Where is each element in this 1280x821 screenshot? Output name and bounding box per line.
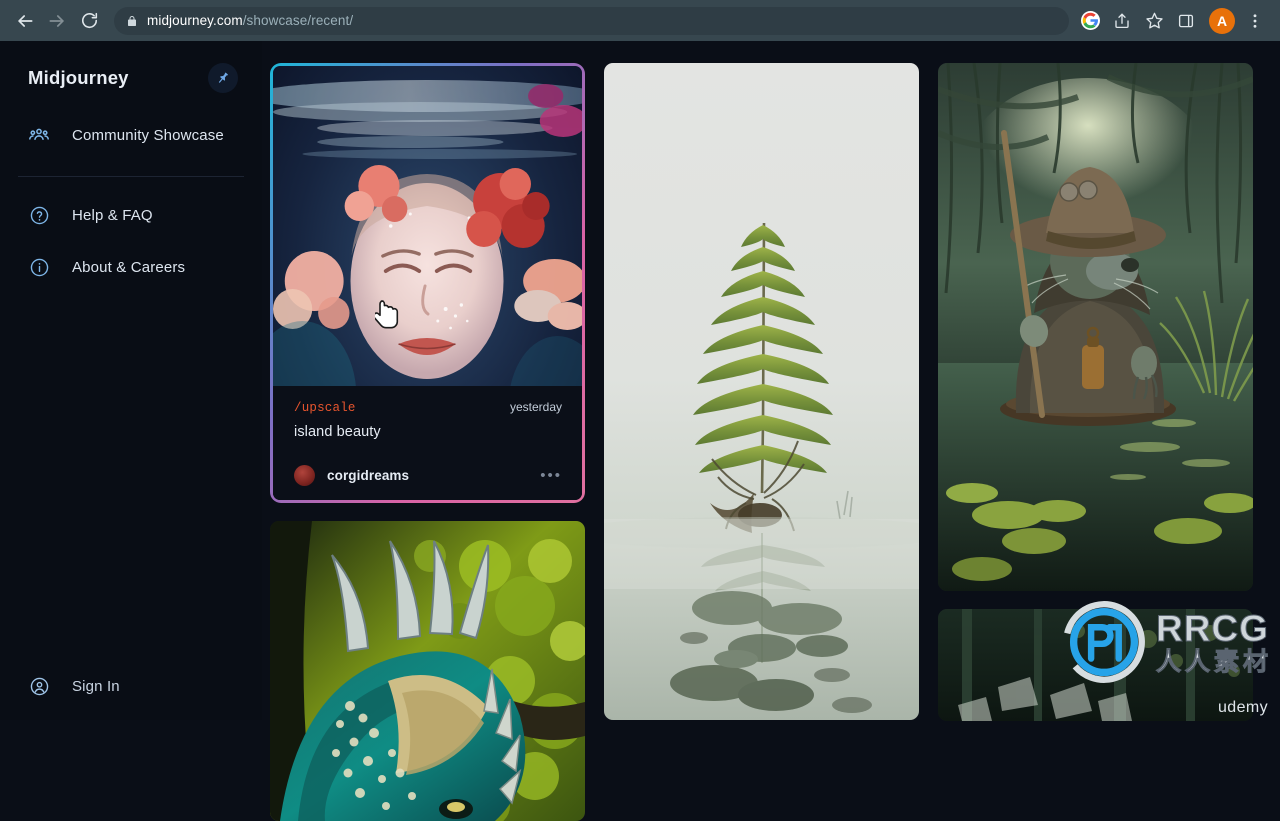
card-image-dragon[interactable]: [270, 521, 585, 821]
gallery-card[interactable]: [938, 609, 1253, 721]
sidebar: Midjourney Community Showcase Help & FAQ…: [0, 41, 262, 720]
gallery-column: [938, 63, 1253, 721]
card-image-dark-forest[interactable]: [938, 609, 1253, 721]
brand-title: Midjourney: [28, 67, 129, 88]
side-panel-icon[interactable]: [1171, 6, 1201, 36]
image-gallery: /upscale yesterday island beauty corgidr…: [262, 41, 1280, 821]
community-group-icon: [28, 124, 50, 146]
card-more-options-icon[interactable]: •••: [540, 468, 562, 483]
sidebar-divider: [18, 176, 244, 177]
card-timestamp: yesterday: [509, 400, 562, 414]
browser-toolbar: midjourney.com/showcase/recent/ A: [0, 0, 1280, 41]
reload-button[interactable]: [74, 6, 104, 36]
gallery-card[interactable]: [938, 63, 1253, 591]
card-image-swamp-traveler[interactable]: [938, 63, 1253, 591]
user-circle-icon: [28, 676, 50, 697]
lock-icon: [126, 14, 138, 28]
gallery-card-selected[interactable]: /upscale yesterday island beauty corgidr…: [270, 63, 585, 503]
info-circle-icon: [28, 257, 50, 278]
bookmark-star-icon[interactable]: [1139, 6, 1169, 36]
gallery-column: [604, 63, 919, 720]
card-command-label: /upscale: [294, 401, 356, 415]
help-circle-icon: [28, 205, 50, 226]
sidebar-item-help-faq[interactable]: Help & FAQ: [0, 197, 262, 234]
url-domain: midjourney.com: [147, 13, 243, 28]
chrome-menu-icon[interactable]: [1240, 6, 1270, 36]
sign-in-button[interactable]: Sign In: [0, 667, 262, 706]
toolbar-icon-group: A: [1075, 6, 1270, 36]
sidebar-item-about-careers[interactable]: About & Careers: [0, 249, 262, 286]
sidebar-item-community-showcase[interactable]: Community Showcase: [0, 115, 262, 155]
google-lens-icon[interactable]: [1075, 6, 1105, 36]
sidebar-nav-secondary: Help & FAQ About & Careers: [0, 197, 262, 286]
gallery-column: /upscale yesterday island beauty corgidr…: [270, 63, 585, 821]
brand-row: Midjourney: [0, 41, 262, 93]
pin-icon[interactable]: [208, 63, 238, 93]
back-button[interactable]: [10, 6, 40, 36]
share-icon[interactable]: [1107, 6, 1137, 36]
udemy-watermark: udemy: [1217, 699, 1268, 716]
sidebar-item-label: Help & FAQ: [72, 207, 153, 224]
forward-button[interactable]: [42, 6, 72, 36]
gallery-card[interactable]: [604, 63, 919, 720]
card-author[interactable]: corgidreams: [294, 465, 409, 486]
avatar: [294, 465, 315, 486]
card-prompt-text: island beauty: [294, 424, 381, 440]
card-image-fern-in-mist[interactable]: [604, 63, 919, 720]
card-meta-panel: /upscale yesterday island beauty corgidr…: [273, 386, 582, 500]
sidebar-item-label: Community Showcase: [72, 126, 224, 144]
address-bar[interactable]: midjourney.com/showcase/recent/: [114, 6, 1069, 35]
url-path: /showcase/recent/: [242, 13, 354, 28]
sidebar-item-label: About & Careers: [72, 259, 186, 276]
sign-in-label: Sign In: [72, 678, 120, 695]
card-author-name: corgidreams: [327, 468, 410, 483]
address-bar-text: midjourney.com/showcase/recent/: [147, 13, 353, 28]
gallery-card[interactable]: [270, 521, 585, 821]
sidebar-nav-primary: Community Showcase: [0, 115, 262, 155]
card-meta-bottom: corgidreams •••: [294, 465, 562, 486]
sidebar-signin-row: Sign In: [0, 667, 262, 706]
page-body: Midjourney Community Showcase Help & FAQ…: [0, 41, 1280, 821]
card-meta-top: /upscale yesterday: [294, 400, 562, 415]
profile-avatar[interactable]: A: [1209, 7, 1235, 34]
